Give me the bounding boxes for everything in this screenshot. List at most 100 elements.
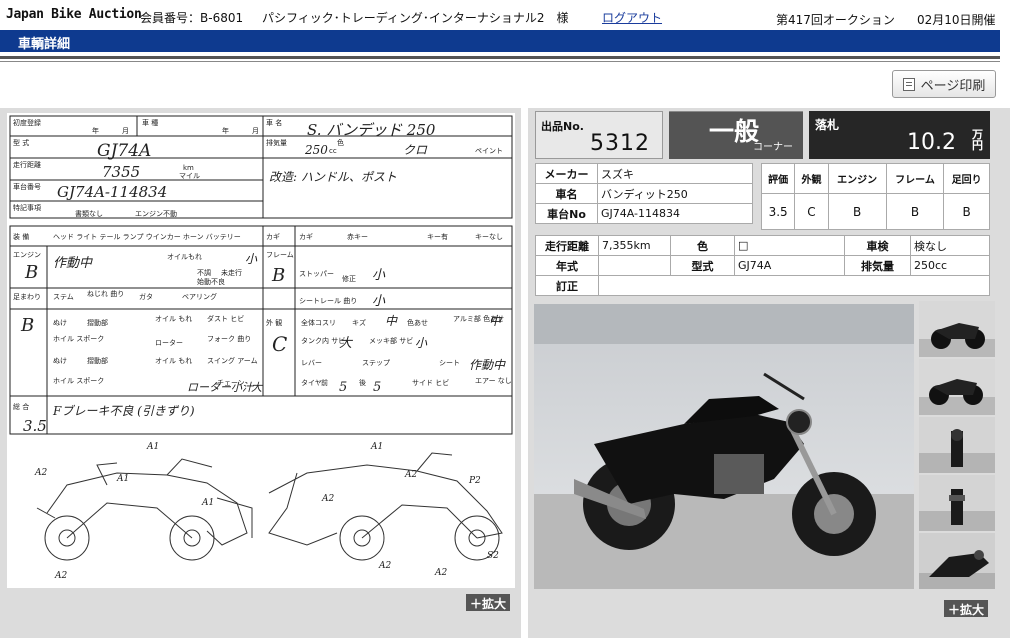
- motorcycle-photo: [534, 304, 914, 589]
- svg-text:年: 年: [92, 126, 99, 135]
- maker-value: スズキ: [597, 163, 753, 184]
- hw-overall-grade: 3.5: [23, 417, 47, 435]
- top-bar: Japan Bike Auction 会員番号：B-6801 パシフィック･トレ…: [0, 0, 1010, 30]
- svg-text:P2: P2: [468, 476, 481, 486]
- svg-text:ぬけ: ぬけ: [53, 319, 67, 327]
- grade-value: B: [885, 193, 945, 230]
- svg-text:特記事項: 特記事項: [13, 203, 41, 212]
- svg-text:年: 年: [222, 126, 229, 135]
- svg-text:大: 大: [251, 381, 263, 394]
- document-icon: [902, 77, 915, 91]
- svg-text:色あせ: 色あせ: [407, 318, 428, 327]
- hw-model: GJ74A: [97, 141, 151, 161]
- svg-text:エアー なし: エアー なし: [475, 377, 512, 385]
- svg-text:S2: S2: [487, 551, 499, 561]
- svg-text:装 備: 装 備: [13, 232, 29, 241]
- hw-frame-number: GJ74A-114834: [57, 183, 167, 201]
- svg-text:シート: シート: [439, 359, 460, 367]
- inspection-sheet-image[interactable]: 初度登録 年 月 車 種 年 月 車 名 型 式 排気量 色 ペイント 走行距離…: [7, 113, 515, 588]
- inspection-sheet-panel: 初度登録 年 月 車 種 年 月 車 名 型 式 排気量 色 ペイント 走行距離…: [0, 108, 521, 638]
- svg-text:外 観: 外 観: [266, 318, 282, 327]
- grade-header: エンジン: [827, 163, 887, 194]
- inspection-value: 検なし: [910, 235, 990, 256]
- svg-text:月: 月: [252, 127, 259, 135]
- svg-text:カギ: カギ: [299, 233, 313, 241]
- grade-value: C: [794, 193, 829, 230]
- svg-text:修正: 修正: [342, 274, 356, 283]
- mileage-label: 走行距離: [535, 235, 599, 256]
- thumbnail-image: [919, 417, 995, 473]
- client-name: パシフィック･トレーディング･インターナショナル2 様: [262, 11, 569, 25]
- grade-header: 足回り: [943, 163, 990, 194]
- svg-text:小: 小: [245, 252, 258, 266]
- svg-text:キズ: キズ: [352, 318, 366, 327]
- svg-text:マイル: マイル: [179, 172, 200, 180]
- bike-diagram-right: [268, 452, 503, 561]
- svg-text:250: 250: [304, 143, 328, 157]
- member-number: 会員番号：B-6801: [140, 11, 244, 25]
- sold-price-box: 落札 10.2 万円: [809, 111, 990, 159]
- sheet-first-reg-label: 初度登録: [13, 118, 41, 127]
- thumbnail-image: [919, 301, 995, 357]
- svg-text:小: 小: [372, 294, 386, 309]
- svg-text:オイル もれ: オイル もれ: [155, 357, 192, 365]
- svg-text:クロ: クロ: [403, 143, 428, 157]
- svg-text:ステップ: ステップ: [362, 359, 390, 367]
- svg-text:未走行: 未走行: [221, 268, 242, 277]
- main-photo[interactable]: [534, 304, 914, 589]
- svg-text:オイル もれ: オイル もれ: [155, 315, 192, 323]
- svg-text:A2: A2: [321, 494, 334, 504]
- sold-unit: 万円: [972, 128, 983, 152]
- year-label: 年式: [535, 255, 599, 276]
- svg-text:赤キー: 赤キー: [347, 233, 368, 241]
- svg-text:大: 大: [339, 336, 354, 351]
- mileage-value: 7,355km: [598, 235, 671, 256]
- inspection-sheet: 初度登録 年 月 車 種 年 月 車 名 型 式 排気量 色 ペイント 走行距離…: [9, 115, 513, 581]
- svg-text:作動中: 作動中: [53, 256, 93, 271]
- grade-header: 評価: [760, 163, 796, 194]
- lot-number-label: 出品No.: [541, 120, 584, 133]
- photo-thumbnail-2[interactable]: [919, 359, 995, 415]
- frame-no-label: 車台No: [535, 203, 598, 224]
- print-page-button[interactable]: ページ印刷: [892, 70, 996, 98]
- svg-text:ベアリング: ベアリング: [182, 292, 217, 301]
- svg-text:エンジン不動: エンジン不動: [135, 209, 177, 218]
- sold-price: 10.2: [907, 130, 956, 155]
- photo-thumbnail-5[interactable]: [919, 533, 995, 589]
- lot-number: 5312: [590, 131, 650, 156]
- zoom-sheet-button[interactable]: ＋拡大: [466, 594, 511, 611]
- logout-link[interactable]: ログアウト: [602, 9, 662, 26]
- svg-text:B: B: [271, 265, 285, 286]
- svg-text:レバー: レバー: [301, 359, 322, 367]
- svg-text:A1: A1: [146, 442, 159, 452]
- svg-text:中: 中: [489, 314, 502, 328]
- displacement-value: 250cc: [910, 255, 990, 276]
- hw-vehicle-name: S. バンデッド 250: [307, 121, 436, 139]
- svg-text:排気量: 排気量: [266, 138, 287, 147]
- grade-header: 外観: [794, 163, 829, 194]
- svg-text:A1: A1: [201, 498, 214, 508]
- color-label: 色: [670, 235, 735, 256]
- photo-thumbnail-4[interactable]: [919, 475, 995, 531]
- frame-no-value: GJ74A-114834: [597, 203, 753, 224]
- svg-text:A2: A2: [54, 571, 67, 581]
- svg-text:ヘッド ライト テール ランプ ウインカー ホーン: ヘッド ライト テール ランプ ウインカー ホーン バッテリー: [53, 233, 241, 241]
- svg-text:サイド ヒビ: サイド ヒビ: [412, 378, 449, 387]
- svg-text:A2: A2: [404, 470, 417, 480]
- svg-text:総 合: 総 合: [13, 402, 29, 411]
- photo-thumbnail-3[interactable]: [919, 417, 995, 473]
- spec-table: 走行距離 7,355km 色 □ 車検 検なし 年式 型式 GJ74A 排気量 …: [535, 235, 990, 296]
- grade-value: B: [943, 193, 990, 230]
- zoom-photo-button[interactable]: ＋拡大: [944, 600, 989, 617]
- svg-text:後: 後: [359, 378, 366, 387]
- model-label: 型式: [670, 255, 735, 276]
- vehicle-name-value: バンディット250: [597, 183, 753, 204]
- print-page-label: ページ印刷: [920, 78, 986, 94]
- thumbnail-image: [919, 533, 995, 589]
- svg-text:摺動部: 摺動部: [87, 356, 108, 365]
- photo-thumbnail-1[interactable]: [919, 301, 995, 357]
- vehicle-basic-table: メーカー スズキ 車名 バンディット250 車台No GJ74A-114834: [535, 163, 753, 224]
- inspection-label: 車検: [844, 235, 911, 256]
- svg-text:作動中: 作動中: [469, 358, 506, 372]
- svg-text:ねじれ 曲り: ねじれ 曲り: [87, 289, 124, 298]
